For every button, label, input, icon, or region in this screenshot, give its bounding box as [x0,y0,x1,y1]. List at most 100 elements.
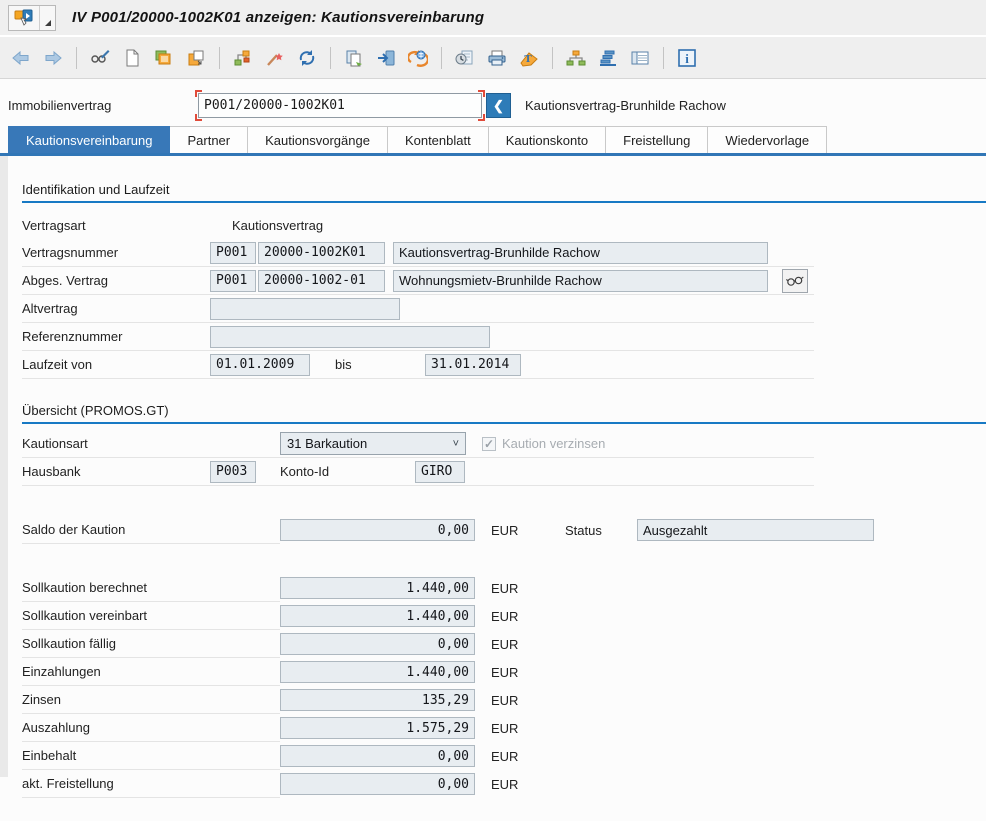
amount-label: Einzahlungen [22,658,280,686]
laufzeit-von-label: Laufzeit von [22,357,210,372]
row-hausbank: Hausbank P003 Konto-Id GIRO [22,458,814,486]
display-contract-glasses-icon[interactable] [782,269,808,293]
kaution-verzinsen-label: Kaution verzinsen [502,436,605,451]
copy-document-icon[interactable] [339,43,369,73]
contract-number-input[interactable] [198,93,482,118]
row-altvertrag: Altvertrag [22,295,814,323]
saldo-label: Saldo der Kaution [22,516,280,544]
row-vertragsart: Vertragsart Kautionsvertrag [22,211,986,239]
amount-row-sollkaution-vereinbart: Sollkaution vereinbart 1.440,00 EUR [22,602,986,630]
amount-row-auszahlung: Auszahlung 1.575,29 EUR [22,714,986,742]
amount-field[interactable]: 1.440,00 [280,605,475,627]
tab-kautionsvorgaenge[interactable]: Kautionsvorgänge [248,126,388,153]
saldo-field[interactable]: 0,00 [280,519,475,541]
amount-currency: EUR [491,637,525,652]
vertragsnummer-company-field[interactable]: P001 [210,242,256,264]
tab-kautionsvereinbarung[interactable]: Kautionsvereinbarung [8,126,170,153]
session-menu-icon[interactable] [9,6,39,30]
altvertrag-label: Altvertrag [22,301,210,316]
saldo-currency: EUR [491,523,525,538]
amount-field[interactable]: 135,29 [280,689,475,711]
amount-field[interactable]: 1.440,00 [280,577,475,599]
amount-row-sollkaution-berechnet: Sollkaution berechnet 1.440,00 EUR [22,574,986,602]
vertragsnummer-number-field[interactable]: 20000-1002K01 [258,242,385,264]
preview-icon[interactable] [450,43,480,73]
row-laufzeit: Laufzeit von 01.01.2009 bis 31.01.2014 [22,351,814,379]
amount-label: Zinsen [22,686,280,714]
contract-header-area: Immobilienvertrag ❮ Kautionsvertrag-Brun… [0,79,986,126]
vertragsnummer-description-field[interactable]: Kautionsvertrag-Brunhilde Rachow [393,242,768,264]
amount-row-einzahlungen: Einzahlungen 1.440,00 EUR [22,658,986,686]
amount-field[interactable]: 0,00 [280,745,475,767]
amount-label: Sollkaution vereinbart [22,602,280,630]
tab-wiedervorlage[interactable]: Wiedervorlage [708,126,827,153]
collapse-header-button[interactable]: ❮ [486,93,511,118]
row-abges-vertrag: Abges. Vertrag P001 20000-1002-01 Wohnun… [22,267,814,295]
status-label: Status [565,523,637,538]
konto-id-field[interactable]: GIRO [415,461,465,483]
amount-field[interactable]: 0,00 [280,773,475,795]
refresh-icon[interactable] [292,43,322,73]
wand-icon[interactable] [260,43,290,73]
create-icon[interactable] [117,43,147,73]
kautionsart-dropdown[interactable]: 31 Barkaution ˅ [280,432,466,455]
amount-label: Sollkaution berechnet [22,574,280,602]
contract-description: Kautionsvertrag-Brunhilde Rachow [525,98,726,113]
display-change-icon[interactable] [85,43,115,73]
sort-icon[interactable] [593,43,623,73]
kaution-verzinsen-checkbox[interactable]: ✓ [482,437,496,451]
org-structure-icon[interactable] [561,43,591,73]
kautionsart-label: Kautionsart [22,436,280,451]
referenznummer-field[interactable] [210,326,490,348]
quick-access-button-group[interactable] [8,5,56,31]
laufzeit-bis-field[interactable]: 31.01.2014 [425,354,521,376]
tab-content: Identifikation und Laufzeit Vertragsart … [0,156,986,777]
row-saldo: Saldo der Kaution 0,00 EUR Status Ausgez… [22,516,986,544]
amount-field[interactable]: 1.440,00 [280,661,475,683]
konto-id-label: Konto-Id [280,464,415,479]
abges-vertrag-number-field[interactable]: 20000-1002-01 [258,270,385,292]
amount-field[interactable]: 1.575,29 [280,717,475,739]
toolbar-separator [441,47,442,69]
copy-icon[interactable] [149,43,179,73]
section-title-overview: Übersicht (PROMOS.GT) [22,403,986,422]
tab-freistellung[interactable]: Freistellung [606,126,708,153]
amount-currency: EUR [491,581,525,596]
focus-corner [195,114,202,121]
amount-currency: EUR [491,721,525,736]
back-icon[interactable] [6,43,36,73]
amount-currency: EUR [491,749,525,764]
copy-with-reference-icon[interactable] [181,43,211,73]
amount-field[interactable]: 0,00 [280,633,475,655]
tab-kautionskonto[interactable]: Kautionskonto [489,126,606,153]
altvertrag-field[interactable] [210,298,400,320]
amount-currency: EUR [491,665,525,680]
row-vertragsnummer: Vertragsnummer P001 20000-1002K01 Kautio… [22,239,814,267]
focus-corner [195,90,202,97]
quick-access-dropdown-icon[interactable] [39,6,55,30]
abges-vertrag-company-field[interactable]: P001 [210,270,256,292]
amount-row-sollkaution-faellig: Sollkaution fällig 0,00 EUR [22,630,986,658]
tab-kontenblatt[interactable]: Kontenblatt [388,126,489,153]
amount-currency: EUR [491,693,525,708]
refresh-data-icon[interactable] [403,43,433,73]
hierarchy-icon[interactable] [228,43,258,73]
tab-partner[interactable]: Partner [170,126,248,153]
hausbank-field[interactable]: P003 [210,461,256,483]
contract-field-label: Immobilienvertrag [8,98,198,113]
referenznummer-label: Referenznummer [22,329,210,344]
status-field[interactable]: Ausgezahlt [637,519,874,541]
info-icon[interactable]: i [672,43,702,73]
text-icon[interactable]: T [514,43,544,73]
title-bar: IV P001/20000-1002K01 anzeigen: Kautions… [0,0,986,37]
forward-icon[interactable] [38,43,68,73]
amount-label: Sollkaution fällig [22,630,280,658]
hausbank-label: Hausbank [22,464,210,479]
toolbar-separator [76,47,77,69]
abges-vertrag-description-field[interactable]: Wohnungsmietv-Brunhilde Rachow [393,270,768,292]
execute-icon[interactable] [371,43,401,73]
table-view-icon[interactable] [625,43,655,73]
laufzeit-von-field[interactable]: 01.01.2009 [210,354,310,376]
row-kautionsart: Kautionsart 31 Barkaution ˅ ✓ Kaution ve… [22,430,814,458]
print-icon[interactable] [482,43,512,73]
